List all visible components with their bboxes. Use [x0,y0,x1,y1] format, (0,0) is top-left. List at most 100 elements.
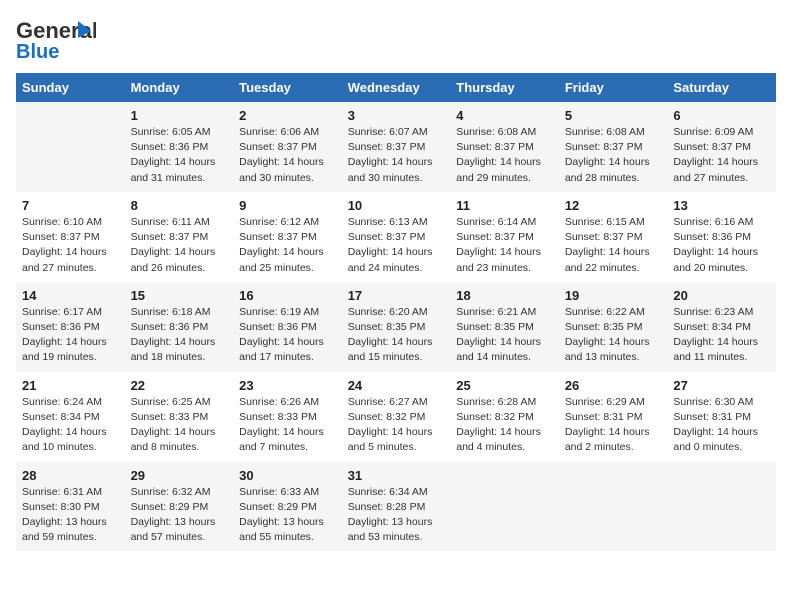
week-row-2: 7 Sunrise: 6:10 AM Sunset: 8:37 PM Daylig… [16,192,776,282]
day-number: 3 [348,108,445,123]
day-info: Sunrise: 6:30 AM Sunset: 8:31 PM Dayligh… [673,395,770,456]
day-cell [559,462,668,552]
day-number: 23 [239,378,336,393]
day-cell: 6Sunrise: 6:09 AM Sunset: 8:37 PM Daylig… [667,102,776,192]
day-number: 21 [22,378,119,393]
day-info: Sunrise: 6:13 AM Sunset: 8:37 PM Dayligh… [348,215,445,276]
day-number: 26 [565,378,662,393]
day-number: 9 [239,198,336,213]
day-info: Sunrise: 6:06 AM Sunset: 8:37 PM Dayligh… [239,125,336,186]
day-number: 31 [348,468,445,483]
header-friday: Friday [559,73,668,102]
day-cell: 3 Sunrise: 6:07 AM Sunset: 8:37 PM Daylig… [342,102,451,192]
day-info: Sunrise: 6:08 AM Sunset: 8:37 PM Dayligh… [456,125,553,186]
day-info: Sunrise: 6:18 AM Sunset: 8:36 PM Dayligh… [131,305,228,366]
day-cell: 22Sunrise: 6:25 AM Sunset: 8:33 PM Dayli… [125,372,234,462]
day-number: 6 [673,108,770,123]
day-cell: 4 Sunrise: 6:08 AM Sunset: 8:37 PM Daylig… [450,102,559,192]
day-number: 8 [131,198,228,213]
header-sunday: Sunday [16,73,125,102]
day-info: Sunrise: 6:22 AM Sunset: 8:35 PM Dayligh… [565,305,662,366]
header-tuesday: Tuesday [233,73,342,102]
logo-svg: GeneralBlue [16,16,96,61]
day-info: Sunrise: 6:33 AM Sunset: 8:29 PM Dayligh… [239,485,336,546]
day-cell: 2 Sunrise: 6:06 AM Sunset: 8:37 PM Daylig… [233,102,342,192]
day-cell: 24 Sunrise: 6:27 AM Sunset: 8:32 PM Dayli… [342,372,451,462]
day-cell: 10 Sunrise: 6:13 AM Sunset: 8:37 PM Dayli… [342,192,451,282]
day-number: 16 [239,288,336,303]
day-number: 25 [456,378,553,393]
day-info: Sunrise: 6:07 AM Sunset: 8:37 PM Dayligh… [348,125,445,186]
day-number: 7 [22,198,119,213]
day-cell: 31Sunrise: 6:34 AM Sunset: 8:28 PM Dayli… [342,462,451,552]
day-cell [667,462,776,552]
day-cell: 8 Sunrise: 6:11 AM Sunset: 8:37 PM Daylig… [125,192,234,282]
day-cell [16,102,125,192]
day-cell: 23 Sunrise: 6:26 AM Sunset: 8:33 PM Dayli… [233,372,342,462]
day-info: Sunrise: 6:19 AM Sunset: 8:36 PM Dayligh… [239,305,336,366]
day-number: 11 [456,198,553,213]
day-info: Sunrise: 6:17 AM Sunset: 8:36 PM Dayligh… [22,305,119,366]
day-cell: 27 Sunrise: 6:30 AM Sunset: 8:31 PM Dayli… [667,372,776,462]
day-number: 14 [22,288,119,303]
day-number: 10 [348,198,445,213]
day-info: Sunrise: 6:12 AM Sunset: 8:37 PM Dayligh… [239,215,336,276]
day-info: Sunrise: 6:32 AM Sunset: 8:29 PM Dayligh… [131,485,228,546]
day-number: 12 [565,198,662,213]
day-info: Sunrise: 6:14 AM Sunset: 8:37 PM Dayligh… [456,215,553,276]
day-cell: 21Sunrise: 6:24 AM Sunset: 8:34 PM Dayli… [16,372,125,462]
day-cell: 13 Sunrise: 6:16 AM Sunset: 8:36 PM Dayli… [667,192,776,282]
day-info: Sunrise: 6:26 AM Sunset: 8:33 PM Dayligh… [239,395,336,456]
day-number: 18 [456,288,553,303]
day-number: 17 [348,288,445,303]
day-info: Sunrise: 6:08 AM Sunset: 8:37 PM Dayligh… [565,125,662,186]
day-info: Sunrise: 6:29 AM Sunset: 8:31 PM Dayligh… [565,395,662,456]
day-cell: 29Sunrise: 6:32 AM Sunset: 8:29 PM Dayli… [125,462,234,552]
day-number: 20 [673,288,770,303]
day-number: 15 [131,288,228,303]
day-cell: 25Sunrise: 6:28 AM Sunset: 8:32 PM Dayli… [450,372,559,462]
day-number: 30 [239,468,336,483]
day-info: Sunrise: 6:11 AM Sunset: 8:37 PM Dayligh… [131,215,228,276]
header-row: SundayMondayTuesdayWednesdayThursdayFrid… [16,73,776,102]
day-cell: 26 Sunrise: 6:29 AM Sunset: 8:31 PM Dayli… [559,372,668,462]
day-cell: 19Sunrise: 6:22 AM Sunset: 8:35 PM Dayli… [559,282,668,372]
week-row-5: 28Sunrise: 6:31 AM Sunset: 8:30 PM Dayli… [16,462,776,552]
week-row-1: 1 Sunrise: 6:05 AM Sunset: 8:36 PM Daylig… [16,102,776,192]
header-monday: Monday [125,73,234,102]
logo: GeneralBlue [16,16,96,61]
day-cell: 28Sunrise: 6:31 AM Sunset: 8:30 PM Dayli… [16,462,125,552]
header-saturday: Saturday [667,73,776,102]
day-number: 24 [348,378,445,393]
day-number: 4 [456,108,553,123]
day-number: 28 [22,468,119,483]
day-cell: 11 Sunrise: 6:14 AM Sunset: 8:37 PM Dayli… [450,192,559,282]
day-number: 27 [673,378,770,393]
day-number: 1 [131,108,228,123]
day-info: Sunrise: 6:15 AM Sunset: 8:37 PM Dayligh… [565,215,662,276]
day-cell: 14 Sunrise: 6:17 AM Sunset: 8:36 PM Dayli… [16,282,125,372]
day-cell: 1 Sunrise: 6:05 AM Sunset: 8:36 PM Daylig… [125,102,234,192]
header-wednesday: Wednesday [342,73,451,102]
day-number: 2 [239,108,336,123]
day-cell: 9 Sunrise: 6:12 AM Sunset: 8:37 PM Daylig… [233,192,342,282]
day-info: Sunrise: 6:27 AM Sunset: 8:32 PM Dayligh… [348,395,445,456]
week-row-4: 21Sunrise: 6:24 AM Sunset: 8:34 PM Dayli… [16,372,776,462]
day-number: 5 [565,108,662,123]
header-thursday: Thursday [450,73,559,102]
day-cell: 5 Sunrise: 6:08 AM Sunset: 8:37 PM Daylig… [559,102,668,192]
day-cell: 17Sunrise: 6:20 AM Sunset: 8:35 PM Dayli… [342,282,451,372]
day-number: 13 [673,198,770,213]
svg-text:Blue: Blue [16,41,59,61]
day-cell: 15 Sunrise: 6:18 AM Sunset: 8:36 PM Dayli… [125,282,234,372]
day-info: Sunrise: 6:23 AM Sunset: 8:34 PM Dayligh… [673,305,770,366]
day-info: Sunrise: 6:21 AM Sunset: 8:35 PM Dayligh… [456,305,553,366]
day-cell: 30 Sunrise: 6:33 AM Sunset: 8:29 PM Dayli… [233,462,342,552]
header: GeneralBlue [16,16,776,61]
day-info: Sunrise: 6:05 AM Sunset: 8:36 PM Dayligh… [131,125,228,186]
day-info: Sunrise: 6:10 AM Sunset: 8:37 PM Dayligh… [22,215,119,276]
day-cell: 7 Sunrise: 6:10 AM Sunset: 8:37 PM Daylig… [16,192,125,282]
day-cell: 18 Sunrise: 6:21 AM Sunset: 8:35 PM Dayli… [450,282,559,372]
day-info: Sunrise: 6:25 AM Sunset: 8:33 PM Dayligh… [131,395,228,456]
day-info: Sunrise: 6:16 AM Sunset: 8:36 PM Dayligh… [673,215,770,276]
